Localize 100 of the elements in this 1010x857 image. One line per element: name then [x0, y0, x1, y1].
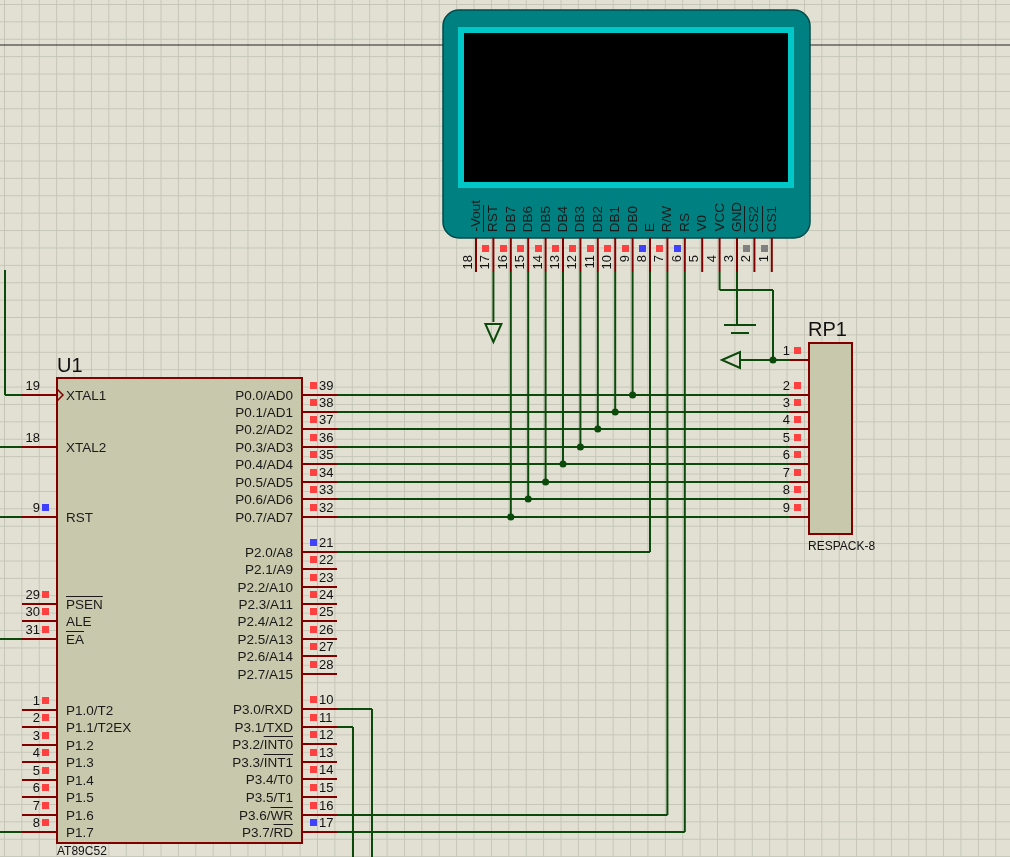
wire — [0, 638, 23, 640]
junction-dot — [542, 478, 550, 486]
pin-number: 1 — [755, 255, 772, 263]
pin-number: 12 — [319, 727, 334, 743]
pin-label: P1.5 — [66, 790, 94, 806]
wire — [0, 831, 23, 833]
pin-number: 31 — [25, 622, 40, 638]
pin-number: 32 — [319, 500, 334, 516]
pin-number: 2 — [782, 378, 790, 394]
pin-label: P3.7/RD — [241, 825, 293, 841]
pin-label: EA — [66, 632, 84, 648]
pin-lead — [527, 237, 530, 273]
pin-number: 36 — [319, 430, 334, 446]
pin-label: R/W — [659, 205, 676, 232]
pin-number: 15 — [319, 780, 334, 796]
pin-label: P3.4/T0 — [245, 772, 293, 788]
pin-number: 7 — [32, 798, 40, 814]
pin-number: 8 — [634, 255, 650, 263]
pin-number: 29 — [25, 587, 40, 603]
pin-label: P1.1/T2EX — [66, 720, 132, 736]
pin-label: P2.4/A12 — [237, 614, 293, 630]
pin-number: 14 — [319, 762, 334, 778]
pin-label: P0.1/AD1 — [235, 405, 293, 421]
component-part-name: AT89C52 — [57, 844, 107, 857]
pin-number: 8 — [32, 815, 40, 831]
pin-label: P0.6/AD6 — [235, 492, 293, 508]
pin-label: P1.3 — [66, 755, 94, 771]
pin-label: XTAL1 — [66, 388, 107, 404]
pin-label: P0.7/AD7 — [235, 510, 293, 526]
pin-number: 2 — [32, 710, 40, 726]
pin-lead — [718, 237, 721, 273]
pin-label: RST — [66, 510, 93, 526]
pin-number: 28 — [319, 657, 334, 673]
pin-lead — [579, 237, 582, 273]
pin-label: P3.0/RXD — [232, 702, 293, 718]
pin-lead — [666, 237, 669, 273]
pin-lead — [509, 237, 512, 273]
pin-lead — [544, 237, 547, 273]
pin-label: P2.2/A10 — [237, 580, 293, 596]
ground-symbol — [723, 324, 757, 334]
pin-lead — [614, 237, 617, 273]
pin-number: 9 — [616, 255, 633, 263]
wire — [492, 271, 495, 323]
junction-dot — [629, 391, 637, 399]
pin-number: 8 — [782, 482, 790, 498]
pin-label: P2.1/A9 — [244, 562, 293, 578]
pin-number: 17 — [477, 255, 494, 270]
pin-label: V0 — [694, 215, 711, 232]
pin-number: 6 — [668, 255, 685, 263]
pin-label: P1.4 — [66, 773, 94, 789]
pin-label: DB4 — [555, 205, 571, 232]
pin-label: P3.3/INT1 — [232, 755, 293, 771]
pin-number: 7 — [651, 255, 668, 263]
pin-number: 16 — [319, 798, 334, 814]
pin-label: P0.5/AD5 — [235, 475, 293, 491]
pin-number: 22 — [319, 552, 334, 568]
wire — [0, 446, 23, 448]
pin-number: 30 — [25, 604, 40, 620]
pin-label: P2.0/A8 — [244, 545, 293, 561]
pin-number: 25 — [319, 604, 334, 620]
pin-label: P2.6/A14 — [237, 649, 293, 665]
pin-number: 6 — [32, 780, 40, 796]
pin-number: 34 — [319, 465, 334, 481]
pin-label: P1.2 — [66, 738, 94, 754]
pin-label: E — [642, 223, 658, 232]
pin-number: 26 — [319, 622, 334, 638]
component-reference: U1 — [57, 354, 83, 376]
pin-number: 9 — [32, 500, 40, 516]
wire — [0, 516, 23, 518]
pin-number: 16 — [494, 255, 511, 270]
pin-number: 14 — [529, 255, 546, 270]
junction-dot — [594, 425, 602, 433]
pin-label: DB3 — [572, 205, 589, 232]
pin-label: DB6 — [520, 205, 537, 232]
pin-number: 3 — [782, 395, 790, 411]
pin-number: 4 — [782, 412, 790, 428]
pin-number: 3 — [721, 255, 737, 263]
pin-number: 11 — [581, 255, 598, 269]
pin-lead — [631, 237, 634, 273]
pin-number: 4 — [703, 255, 720, 263]
pin-number: 9 — [782, 500, 790, 516]
pin-label: P0.0/AD0 — [235, 388, 293, 404]
pin-number: 23 — [319, 570, 334, 586]
power-terminal-symbol — [719, 350, 741, 370]
pin-number: 39 — [319, 378, 334, 394]
pin-number: 33 — [319, 482, 334, 498]
pin-number: 37 — [319, 412, 334, 428]
pin-lead — [492, 237, 495, 273]
pin-label: -Vout — [468, 200, 484, 232]
pin-number: 38 — [319, 395, 334, 411]
pin-number: 13 — [547, 255, 563, 270]
pin-number: 6 — [782, 447, 790, 463]
pin-lead — [770, 237, 773, 273]
junction-dot — [576, 443, 584, 451]
pin-label: CS1 — [763, 205, 780, 232]
pin-number: 7 — [782, 465, 790, 481]
pin-number: 10 — [319, 692, 334, 708]
pin-label: VCC — [711, 203, 728, 232]
pin-label: RS — [676, 213, 693, 232]
pin-number: 3 — [32, 728, 40, 744]
